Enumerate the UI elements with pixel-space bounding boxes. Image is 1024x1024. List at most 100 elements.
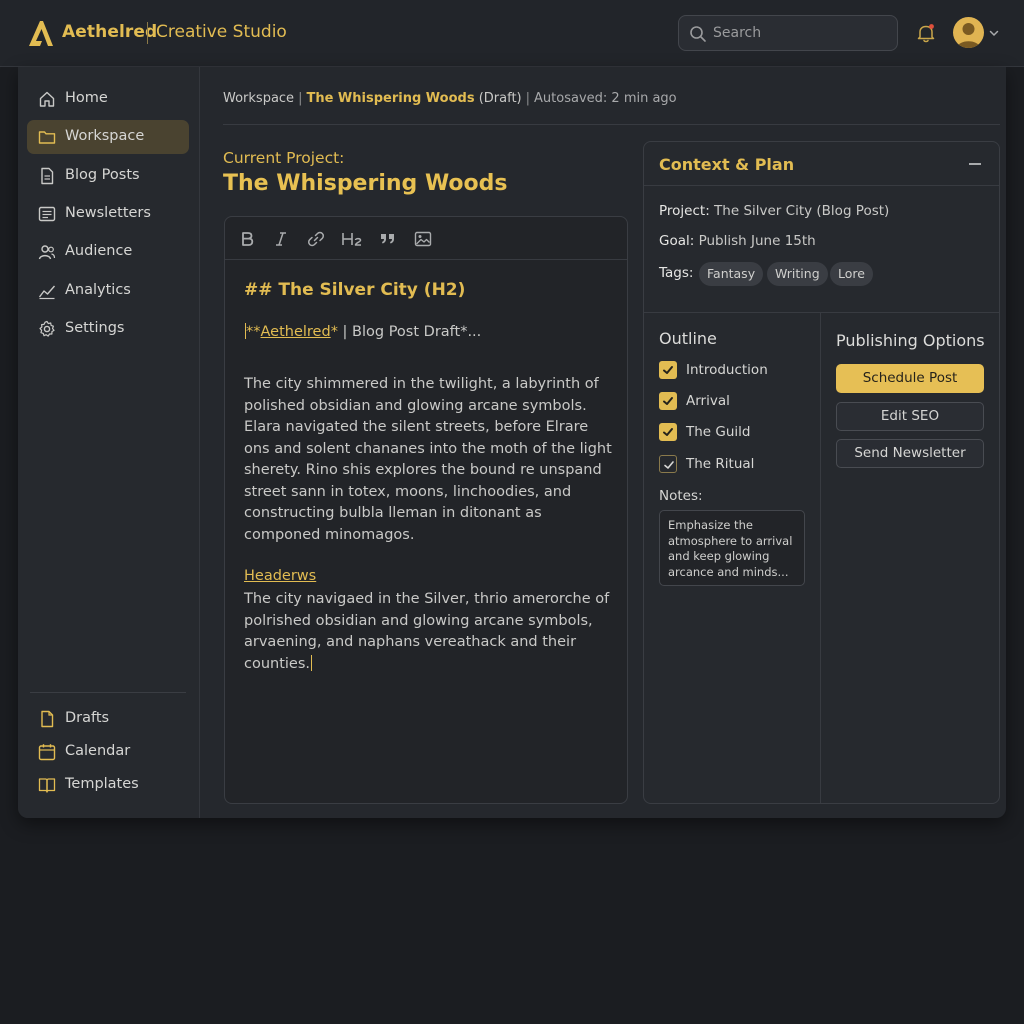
check-icon xyxy=(663,397,673,405)
editor-paragraph[interactable]: The city navigaed in the Silver, thrio a… xyxy=(244,589,612,675)
author-link[interactable]: Aethelred xyxy=(261,324,331,340)
brand-subtitle: Creative Studio xyxy=(156,22,287,42)
check-icon xyxy=(663,366,673,374)
tag-chip[interactable]: Writing xyxy=(767,262,828,286)
document-icon xyxy=(41,167,54,185)
send-newsletter-button[interactable]: Send Newsletter xyxy=(836,439,984,468)
italic-button[interactable] xyxy=(270,228,292,250)
search-icon xyxy=(690,26,706,42)
sidebar-item-audience[interactable]: Audience xyxy=(27,235,189,269)
header-divider xyxy=(223,124,1000,125)
outline-item-label[interactable]: The Guild xyxy=(686,424,751,440)
image-button[interactable] xyxy=(412,228,434,250)
editor-paragraph[interactable]: The city shimmered in the twilight, a la… xyxy=(244,374,612,546)
app-shell: Home Workspace Blog Posts Newsletters Au… xyxy=(18,67,1006,818)
notes-label: Notes: xyxy=(659,488,703,504)
sidebar-item-label: Settings xyxy=(65,320,125,336)
tag-chip[interactable]: Fantasy xyxy=(699,262,764,286)
home-icon xyxy=(39,91,55,107)
schedule-post-button[interactable]: Schedule Post xyxy=(836,364,984,393)
collapse-icon[interactable] xyxy=(969,163,981,165)
gear-icon xyxy=(39,320,55,337)
sidebar-item-newsletters[interactable]: Newsletters xyxy=(27,197,189,231)
outline-checkbox[interactable] xyxy=(659,392,677,410)
bold-button[interactable] xyxy=(236,228,258,250)
editor-link[interactable]: Headerws xyxy=(244,568,316,584)
sidebar-item-label: Blog Posts xyxy=(65,167,140,183)
editor-panel: ## The Silver City (H2) **Aethelred* | B… xyxy=(224,216,628,804)
heading-button[interactable] xyxy=(340,228,366,250)
sidebar-item-settings[interactable]: Settings xyxy=(27,312,189,346)
outline-checkbox[interactable] xyxy=(659,455,677,473)
notification-bell-icon[interactable] xyxy=(915,22,937,44)
avatar-person-icon xyxy=(957,23,980,48)
column-divider xyxy=(820,313,821,803)
sidebar-item-label: Newsletters xyxy=(65,205,151,221)
text-cursor xyxy=(311,654,313,671)
sidebar-item-calendar[interactable]: Calendar xyxy=(27,735,189,769)
quote-icon xyxy=(381,234,394,244)
file-icon xyxy=(41,710,54,728)
brand-name: Aethelred xyxy=(62,22,158,42)
sidebar-item-blog-posts[interactable]: Blog Posts xyxy=(27,159,189,193)
folder-icon xyxy=(38,131,56,144)
sidebar-item-analytics[interactable]: Analytics xyxy=(27,274,189,308)
project-label: Current Project: xyxy=(223,149,345,167)
calendar-icon xyxy=(38,744,56,761)
sidebar-item-label: Drafts xyxy=(65,710,110,726)
editor-toolbar xyxy=(225,217,627,260)
notes-field[interactable]: Emphasize the atmosphere to arrival and … xyxy=(659,510,805,586)
outline-checkbox[interactable] xyxy=(659,423,677,441)
context-divider xyxy=(644,312,999,313)
breadcrumb: Workspace | The Whispering Woods (Draft) | A… xyxy=(223,91,677,106)
link-icon xyxy=(307,231,325,247)
outline-title: Outline xyxy=(659,329,717,348)
link-button[interactable] xyxy=(305,228,327,250)
edit-seo-button[interactable]: Edit SEO xyxy=(836,402,984,431)
breadcrumb-project[interactable]: The Whispering Woods xyxy=(306,91,474,106)
sidebar-item-label: Audience xyxy=(65,243,133,259)
sidebar-item-workspace[interactable]: Workspace xyxy=(27,120,189,154)
chart-icon xyxy=(38,285,56,300)
breadcrumb-root[interactable]: Workspace xyxy=(223,91,294,106)
tag-chip[interactable]: Lore xyxy=(830,262,873,286)
italic-icon xyxy=(276,232,286,246)
sidebar-item-label: Analytics xyxy=(65,282,131,298)
context-panel: Context & Plan Project: The Silver City … xyxy=(643,141,1000,804)
bold-icon xyxy=(242,232,254,246)
sidebar-item-templates[interactable]: Templates xyxy=(27,768,189,802)
search-box[interactable] xyxy=(678,15,898,51)
book-icon xyxy=(38,778,56,793)
image-icon xyxy=(414,231,432,247)
sidebar-item-label: Workspace xyxy=(65,128,145,144)
outline-item-label[interactable]: The Ritual xyxy=(686,456,754,472)
top-bar: Aethelred Creative Studio xyxy=(0,0,1024,67)
newsletter-icon xyxy=(38,206,56,222)
sidebar-item-label: Home xyxy=(65,90,108,106)
context-title: Context & Plan xyxy=(659,155,795,174)
context-header: Context & Plan xyxy=(644,142,999,186)
breadcrumb-status: (Draft) xyxy=(478,91,522,106)
sidebar-item-label: Calendar xyxy=(65,743,131,759)
search-input[interactable] xyxy=(713,16,893,50)
sidebar-divider xyxy=(30,692,186,693)
context-project: Project: The Silver City (Blog Post) xyxy=(659,203,890,219)
sidebar-item-drafts[interactable]: Drafts xyxy=(27,702,189,736)
check-icon xyxy=(664,461,674,469)
outline-item-label[interactable]: Arrival xyxy=(686,393,730,409)
editor-meta-line[interactable]: **Aethelred* | Blog Post Draft*... xyxy=(244,323,481,340)
editor-heading[interactable]: ## The Silver City (H2) xyxy=(244,280,465,300)
heading-h2-icon xyxy=(342,233,362,246)
outline-item-label[interactable]: Introduction xyxy=(686,362,768,378)
sidebar-item-home[interactable]: Home xyxy=(27,82,189,116)
sidebar: Home Workspace Blog Posts Newsletters Au… xyxy=(18,67,200,818)
autosave-status: Autosaved: 2 min ago xyxy=(534,91,677,106)
main-content: Workspace | The Whispering Woods (Draft) | A… xyxy=(201,67,1006,818)
quote-button[interactable] xyxy=(377,228,399,250)
chevron-down-icon[interactable] xyxy=(988,27,1000,39)
context-tags-label: Tags: xyxy=(659,265,694,281)
user-avatar[interactable] xyxy=(953,17,984,48)
outline-checkbox[interactable] xyxy=(659,361,677,379)
users-icon xyxy=(38,245,56,260)
publishing-title: Publishing Options xyxy=(836,331,985,350)
